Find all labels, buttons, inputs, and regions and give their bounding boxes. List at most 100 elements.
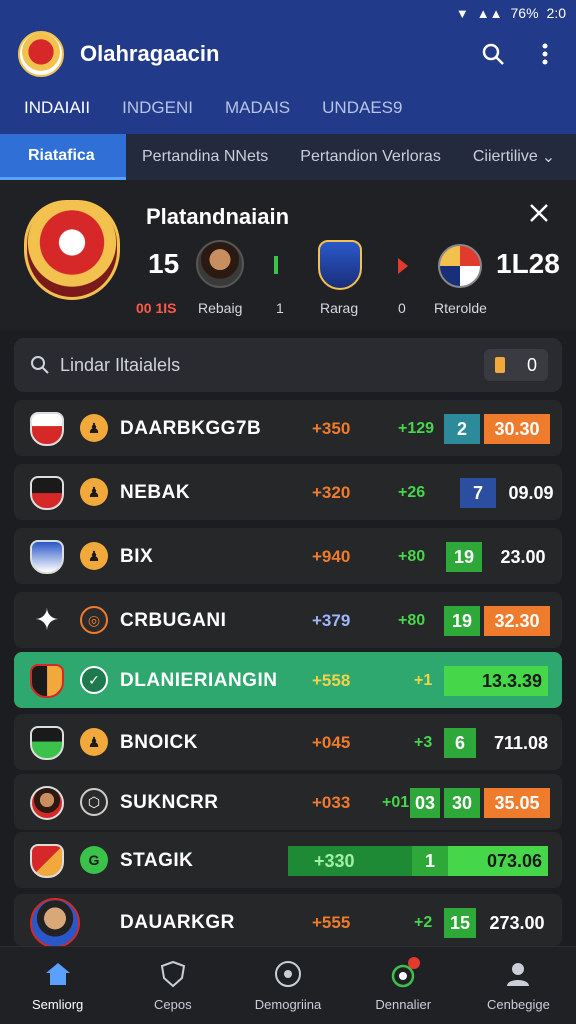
nav-label: Cepos	[154, 997, 192, 1012]
shield-icon	[158, 959, 188, 989]
odds-secondary: +26	[398, 484, 426, 501]
clock: 2:0	[546, 5, 566, 21]
odds-secondary: +01	[382, 794, 410, 811]
odds-primary: +033	[312, 793, 351, 812]
sub-tabs: Riatafica Pertandina NNets Pertandion Ve…	[0, 134, 576, 180]
odds-secondary: +80	[398, 612, 426, 629]
row-name: CRBUGANI	[120, 610, 227, 631]
more-vert-icon[interactable]	[532, 41, 558, 67]
list-item[interactable]: ♟ BIX +940 +80 19 23.00	[14, 528, 562, 584]
nav-home[interactable]: Semliorg	[0, 947, 115, 1024]
subtab-pertandina-nnets[interactable]: Pertandina NNets	[126, 134, 284, 180]
tab-undaes9[interactable]: UNDAES9	[322, 98, 402, 118]
status-bar: ▼ ▲▲ 76% 2:0	[0, 0, 576, 26]
odds-value[interactable]: 09.09	[498, 478, 564, 508]
odds-box[interactable]: 19	[446, 542, 482, 572]
odds-box-secondary[interactable]: 30	[444, 788, 480, 818]
list-item[interactable]: ✦ ◎ CRBUGANI +379 +80 19 32.30	[14, 592, 562, 648]
flag-icon	[398, 258, 408, 274]
tab-indaiaii[interactable]: INDAIAII	[24, 98, 90, 118]
nav-label: Demogriina	[254, 997, 322, 1012]
odds-box[interactable]: 15	[444, 908, 476, 938]
nav-cepos[interactable]: Cepos	[115, 947, 230, 1024]
team-crest-icon	[30, 412, 64, 446]
list-item[interactable]: ♟ NEBAK +320 +26 7 09.09	[14, 464, 562, 520]
team-crest-icon	[30, 664, 64, 698]
row-name: NEBAK	[120, 482, 191, 503]
odds-box[interactable]: 2	[444, 414, 480, 444]
odds-value[interactable]: 30.30	[484, 414, 550, 444]
score-right: 1L28	[496, 248, 560, 279]
battery-level: 76%	[510, 5, 539, 21]
row-name: BNOICK	[120, 732, 198, 753]
tab-madais[interactable]: MADAIS	[225, 98, 290, 118]
nav-demogriina[interactable]: Demogriina	[230, 947, 345, 1024]
nav-dennalier[interactable]: Dennalier	[346, 947, 461, 1024]
subtab-ciiertilive[interactable]: Ciiertilive ⌄	[457, 134, 571, 180]
player-avatar	[30, 898, 80, 948]
search-icon[interactable]	[480, 41, 506, 67]
odds-secondary: +2	[414, 914, 433, 931]
odds-secondary: +80	[398, 548, 426, 565]
person-icon: ♟	[80, 414, 108, 442]
club-badge-icon: ◎	[80, 606, 108, 634]
subtab-riatafica[interactable]: Riatafica	[0, 134, 126, 180]
bottom-nav: Semliorg Cepos Demogriina Dennalier Cenb…	[0, 946, 576, 1024]
match-title: Platandnaiain	[146, 204, 290, 229]
team-crest-icon	[30, 476, 64, 510]
team-name: Rarag	[320, 300, 359, 316]
list-item-selected[interactable]: ✓ DLANIERIANGIN +558 +1 13.3.39	[14, 652, 562, 708]
close-icon[interactable]	[528, 202, 556, 230]
filter-icon	[494, 357, 505, 373]
list-item[interactable]: ⬡ SUKNCRR +033 +01 03 30 35.05	[14, 774, 562, 830]
odds-value[interactable]: 711.08	[488, 728, 554, 758]
list-item[interactable]: G STAGIK +330 1 073.06	[14, 832, 562, 888]
player-name: Rebaig	[198, 300, 243, 316]
odds-secondary: +129	[398, 420, 435, 437]
row-name: DAUARKGR	[120, 912, 235, 933]
subtab-label: Ciiertilive	[472, 148, 538, 165]
odds-value[interactable]: 273.00	[484, 908, 550, 938]
odds-value[interactable]: 32.30	[484, 606, 550, 636]
odds-primary: +379	[312, 611, 351, 630]
list-item[interactable]: DAUARKGR +555 +2 15 273.00	[14, 894, 562, 948]
top-tabs: INDAIAII INDGENI MADAIS UNDAES9	[0, 82, 576, 134]
person-icon: ♟	[80, 542, 108, 570]
notification-badge	[408, 957, 421, 969]
filter-button[interactable]: 0	[484, 349, 548, 381]
app-title: Olahragaacin	[80, 41, 220, 66]
profile-icon	[503, 959, 533, 989]
odds-primary[interactable]: +330	[288, 846, 412, 876]
list-item[interactable]: ♟ DAARBKGG7B +350 +129 2 30.30	[14, 400, 562, 456]
odds-box[interactable]: 6	[444, 728, 476, 758]
odds-primary: +350	[312, 419, 351, 438]
odds-box[interactable]: 7	[460, 478, 496, 508]
match-card[interactable]: Platandnaiain 15 1L28 00 1IS Rebaig 1 Ra…	[0, 180, 576, 330]
odds-value[interactable]: 23.00	[490, 542, 556, 572]
odds-primary: +940	[312, 547, 351, 566]
team-crest-icon	[438, 244, 482, 288]
subtab-pertandion-verloras[interactable]: Pertandion Verloras	[284, 134, 457, 180]
team-crest-icon	[30, 540, 64, 574]
club-crest-icon	[18, 31, 64, 77]
odds-primary: +555	[312, 913, 351, 932]
app-bar: Olahragaacin	[0, 26, 576, 82]
club-badge-icon: G	[80, 846, 108, 874]
row-name: DAARBKGG7B	[120, 418, 262, 439]
odds-box[interactable]: 19	[444, 606, 480, 636]
score-a: 1	[276, 300, 284, 316]
odds-value[interactable]: 073.06	[448, 846, 548, 876]
odds-value[interactable]: 13.3.39	[444, 666, 548, 696]
odds-box[interactable]: 03	[410, 788, 440, 818]
row-name: SUKNCRR	[120, 792, 219, 813]
person-icon: ♟	[80, 478, 108, 506]
list-item[interactable]: ♟ BNOICK +045 +3 6 711.08	[14, 714, 562, 770]
row-name: BIX	[120, 546, 154, 567]
search-input[interactable]: Lindar Iltaialels 0	[14, 338, 562, 392]
nav-cenbegige[interactable]: Cenbegige	[461, 947, 576, 1024]
tab-indgeni[interactable]: INDGENI	[122, 98, 193, 118]
wifi-icon: ▼	[455, 5, 469, 21]
odds-value[interactable]: 35.05	[484, 788, 550, 818]
odds-primary: +558	[312, 671, 351, 690]
odds-box[interactable]: 1	[412, 846, 448, 876]
